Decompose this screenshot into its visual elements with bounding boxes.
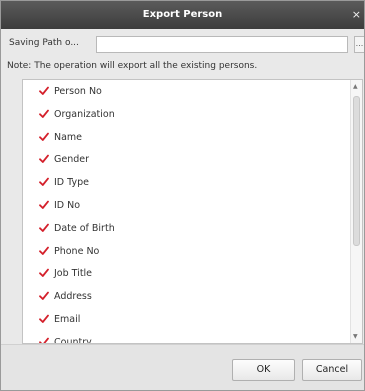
field-item[interactable]: Email — [23, 310, 343, 332]
scroll-down-arrow-icon[interactable]: ▼ — [353, 333, 358, 340]
export-note: Note: The operation will export all the … — [7, 61, 258, 71]
field-item[interactable]: Job Title — [23, 264, 343, 286]
checkmark-icon[interactable] — [39, 337, 49, 343]
export-person-dialog: Export Person × Saving Path o... ... Not… — [0, 0, 365, 391]
field-item[interactable]: Name — [23, 128, 343, 150]
field-item-label: Gender — [54, 154, 90, 166]
checkmark-icon[interactable] — [39, 291, 49, 301]
ok-button[interactable]: OK — [232, 359, 295, 381]
field-item-label: Date of Birth — [54, 222, 115, 234]
field-item[interactable]: Organization — [23, 105, 343, 127]
scroll-thumb[interactable] — [353, 96, 360, 246]
field-item[interactable]: Address — [23, 287, 343, 309]
saving-path-input[interactable] — [96, 36, 348, 53]
field-item-label: Person No — [54, 86, 102, 97]
field-item[interactable]: Country — [23, 333, 343, 344]
checkmark-icon[interactable] — [39, 154, 49, 164]
field-item-label: ID No — [54, 200, 81, 211]
field-item[interactable]: Date of Birth — [23, 219, 343, 241]
cancel-button[interactable]: Cancel — [302, 359, 362, 381]
checkmark-icon[interactable] — [39, 177, 49, 187]
field-item[interactable]: ID No — [23, 196, 343, 218]
field-item-label: Organization — [54, 108, 115, 120]
field-item-label: Job Title — [54, 268, 93, 280]
list-scrollbar[interactable]: ▲ ▼ — [350, 80, 362, 343]
browse-button[interactable]: ... — [354, 36, 364, 53]
field-item[interactable]: Gender — [23, 150, 343, 172]
field-item-label: ID Type — [54, 177, 89, 189]
title-bar[interactable]: Export Person × — [1, 1, 364, 29]
field-item-label: Email — [54, 314, 81, 325]
saving-path-row: Saving Path o... ... — [7, 35, 364, 55]
checkmark-icon[interactable] — [39, 200, 49, 210]
checkmark-icon[interactable] — [39, 132, 49, 142]
field-list: Person No Organization Name Gender ID Type ID… — [22, 79, 363, 344]
scroll-up-arrow-icon[interactable]: ▲ — [353, 83, 358, 90]
field-item-label: Name — [54, 131, 83, 143]
dialog-title: Export Person — [142, 9, 223, 20]
field-item[interactable]: Phone No — [23, 242, 343, 264]
field-item-label: Address — [54, 291, 92, 303]
field-item[interactable]: ID Type — [23, 173, 343, 195]
saving-path-label: Saving Path o... — [9, 38, 79, 48]
field-item-label: Phone No — [54, 245, 100, 257]
field-item-label: Country — [54, 336, 92, 344]
checkmark-icon[interactable] — [39, 109, 49, 119]
field-item[interactable]: Person No — [23, 82, 343, 104]
checkmark-icon[interactable] — [39, 223, 49, 233]
checkmark-icon[interactable] — [39, 86, 49, 96]
dialog-footer: OK Cancel — [1, 344, 364, 390]
checkmark-icon[interactable] — [39, 314, 49, 324]
checkmark-icon[interactable] — [39, 246, 49, 256]
close-icon[interactable]: × — [352, 1, 361, 29]
checkmark-icon[interactable] — [39, 268, 49, 278]
